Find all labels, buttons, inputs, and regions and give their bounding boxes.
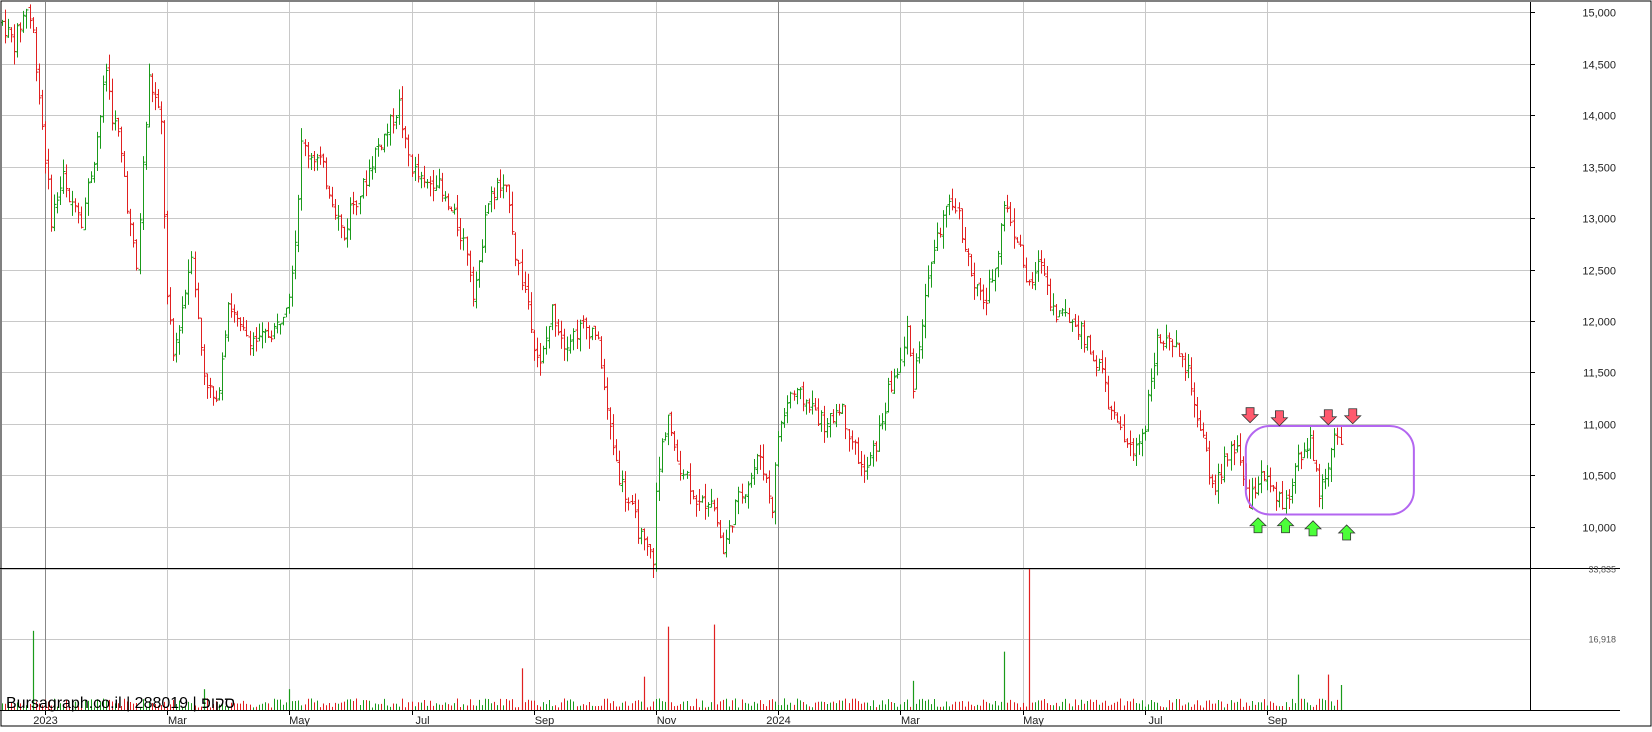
volume-tick-label: 33,835 [1588, 565, 1616, 575]
time-tick-label: May [289, 715, 310, 727]
down-arrow-marker [1343, 408, 1362, 425]
time-tick-label: May [1023, 715, 1044, 727]
price-tick-label: 12,500 [1582, 266, 1616, 278]
stock-chart: 10,000 10,500 11,000 11,500 12,000 12,500 13,0… [0, 0, 1652, 727]
time-tick-label: 2024 [766, 715, 790, 727]
time-tick-label: Jul [1148, 715, 1162, 727]
price-tick-label: 13,000 [1582, 214, 1616, 226]
candles-layer [0, 4, 1344, 578]
price-tick-label: 14,500 [1582, 60, 1616, 72]
down-arrow-marker [1241, 407, 1260, 424]
watermark-text: Bursagraph.co.il | 288019 | סקופ [6, 695, 235, 712]
chart-frame [0, 0, 1652, 727]
time-tick-label: 2023 [33, 715, 57, 727]
price-tick-label: 12,000 [1582, 317, 1616, 329]
time-tick-label: Nov [657, 715, 677, 727]
time-tick-label: Sep [1268, 715, 1288, 727]
range-box [1244, 424, 1415, 516]
down-arrow-marker [1270, 410, 1289, 427]
time-tick-label: Mar [168, 715, 187, 727]
time-tick-label: Sep [535, 715, 555, 727]
down-arrow-marker [1319, 409, 1338, 426]
price-tick-label: 11,000 [1583, 420, 1616, 432]
price-tick-label: 10,500 [1582, 471, 1616, 483]
time-tick-label: Mar [901, 715, 920, 727]
price-tick-label: 14,000 [1582, 111, 1616, 123]
price-tick-label: 15,000 [1582, 8, 1616, 20]
time-tick-label: Jul [415, 715, 429, 727]
price-tick-label: 11,500 [1583, 368, 1616, 380]
price-tick-label: 13,500 [1582, 163, 1616, 175]
up-arrow-marker [1249, 517, 1267, 534]
volume-tick-label: 16,918 [1588, 635, 1616, 645]
chart-canvas: 10,000 10,500 11,000 11,500 12,000 12,500 13,0… [0, 0, 1652, 727]
price-tick-label: 10,000 [1582, 523, 1616, 535]
up-arrow-marker [1276, 517, 1295, 534]
up-arrow-marker [1304, 520, 1322, 537]
axes-layer: 10,000 10,500 11,000 11,500 12,000 12,500 13,0… [0, 0, 1652, 727]
grid-layer [2, 2, 1530, 710]
